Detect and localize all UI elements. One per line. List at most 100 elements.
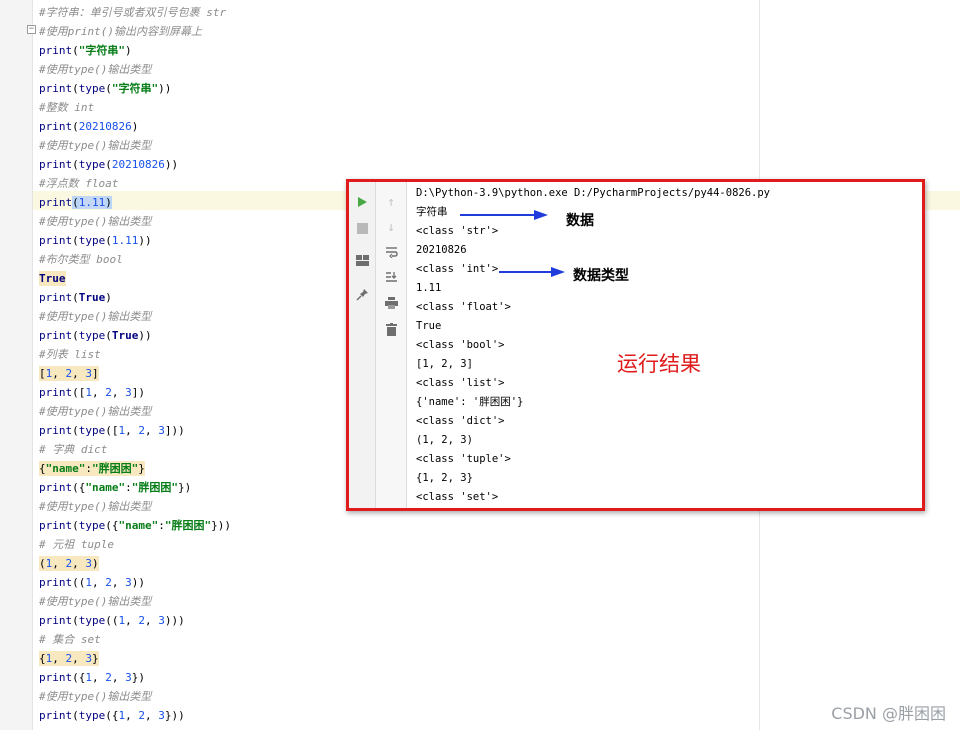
code-comment-line[interactable]: #使用type()输出类型 (39, 307, 231, 326)
console-output-line: <class 'dict'> (416, 415, 505, 427)
code-token: ) (125, 44, 132, 57)
code-line[interactable]: {1, 2, 3} (39, 649, 231, 668)
console-output-line: {1, 2, 3} (416, 472, 473, 484)
console-command: D:\Python-3.9\python.exe D:/PycharmProje… (416, 187, 771, 199)
code-token: type (78, 82, 106, 95)
code-token: )) (131, 576, 145, 589)
code-token: print (39, 120, 73, 133)
code-token: 2 (105, 576, 112, 589)
code-token: , (72, 556, 86, 571)
code-comment-line[interactable]: #整数 int (39, 98, 231, 117)
code-token: 1 (85, 671, 92, 684)
code-line[interactable]: print("字符串") (39, 41, 231, 60)
code-comment-line[interactable]: #使用type()输出类型 (39, 592, 231, 611)
comment-text: #使用print()输出内容到屏幕上 (39, 25, 202, 38)
code-line[interactable]: [1, 2, 3] (39, 364, 231, 383)
code-line[interactable]: print(type([1, 2, 3])) (39, 421, 231, 440)
code-comment-line[interactable]: #字符串：单引号或者双引号包裹 str (39, 3, 231, 22)
down-arrow-icon[interactable]: ↓ (383, 219, 399, 235)
code-line[interactable]: print(type({"name":"胖困困"})) (39, 516, 231, 535)
code-editor[interactable]: #字符串：单引号或者双引号包裹 str #使用print()输出内容到屏幕上 pri… (39, 3, 231, 725)
console-output-line: <class 'bool'> (416, 339, 505, 351)
code-token: ( (105, 158, 112, 171)
code-token: print (39, 709, 73, 722)
code-comment-line[interactable]: #浮点数 float (39, 174, 231, 193)
comment-text: #使用type()输出类型 (39, 63, 152, 76)
run-icon[interactable] (354, 194, 370, 210)
comment-text: #使用type()输出类型 (39, 405, 152, 418)
code-line[interactable]: print((1, 2, 3)) (39, 573, 231, 592)
soft-wrap-icon[interactable] (383, 244, 399, 260)
code-comment-line[interactable]: #使用type()输出类型 (39, 402, 231, 421)
code-line[interactable]: print(1.11) (39, 193, 231, 212)
code-token: 20210826 (111, 158, 165, 171)
code-token: (( (72, 576, 86, 589)
print-icon[interactable] (383, 295, 399, 311)
code-token: ( (72, 614, 79, 627)
code-comment-line[interactable]: #使用type()输出类型 (39, 687, 231, 706)
code-token: ( (105, 82, 112, 95)
code-comment-line[interactable]: #列表 list (39, 345, 231, 364)
code-comment-line[interactable]: # 字典 dict (39, 440, 231, 459)
arrow-to-type-icon (499, 267, 565, 277)
console-output-line: {'name': '胖困困'} (416, 396, 524, 408)
console-output[interactable]: D:\Python-3.9\python.exe D:/PycharmProje… (416, 184, 770, 507)
code-line[interactable]: print(type((1, 2, 3))) (39, 611, 231, 630)
code-token: 1 (85, 386, 92, 399)
code-token: ( (72, 196, 79, 209)
code-token: True (39, 271, 66, 286)
code-line[interactable]: print(type(True)) (39, 326, 231, 345)
stop-icon[interactable] (354, 220, 370, 236)
code-token: , (145, 614, 159, 627)
code-comment-line[interactable]: #使用print()输出内容到屏幕上 (39, 22, 231, 41)
code-token: 3 (158, 424, 165, 437)
code-token: ])) (164, 424, 185, 437)
scroll-to-end-icon[interactable] (383, 269, 399, 285)
code-line[interactable]: print(20210826) (39, 117, 231, 136)
console-output-line: 20210826 (416, 244, 467, 256)
code-token: 2 (138, 614, 145, 627)
code-comment-line[interactable]: # 元祖 tuple (39, 535, 231, 554)
code-comment-line[interactable]: #使用type()输出类型 (39, 60, 231, 79)
code-line[interactable]: print(True) (39, 288, 231, 307)
code-token: ) (92, 556, 99, 571)
csdn-watermark: CSDN @胖困困 (831, 704, 946, 723)
code-token: })) (164, 709, 185, 722)
code-token: ]) (131, 386, 145, 399)
code-comment-line[interactable]: # 集合 set (39, 630, 231, 649)
code-line[interactable]: print(type({1, 2, 3})) (39, 706, 231, 725)
code-token: : (85, 461, 92, 476)
code-line[interactable]: (1, 2, 3) (39, 554, 231, 573)
code-line[interactable]: print([1, 2, 3]) (39, 383, 231, 402)
run-toolbar-secondary: ↑ ↓ (376, 182, 407, 508)
comment-text: #列表 list (39, 348, 101, 361)
code-token: 1.11 (111, 234, 139, 247)
code-line[interactable]: print(type(1.11)) (39, 231, 231, 250)
up-arrow-icon[interactable]: ↑ (383, 194, 399, 210)
code-comment-line[interactable]: #使用type()输出类型 (39, 497, 231, 516)
comment-text: #使用type()输出类型 (39, 500, 152, 513)
layout-icon[interactable] (354, 252, 370, 268)
code-comment-line[interactable]: #使用type()输出类型 (39, 212, 231, 231)
code-line[interactable]: print(type("字符串")) (39, 79, 231, 98)
code-token: print (39, 386, 73, 399)
code-token: ( (72, 329, 79, 342)
code-token: 1.11 (78, 196, 106, 209)
code-comment-line[interactable]: #布尔类型 bool (39, 250, 231, 269)
pin-icon[interactable] (354, 286, 370, 302)
code-token: }) (178, 481, 192, 494)
trash-icon[interactable] (383, 321, 399, 337)
code-token: } (138, 461, 145, 476)
code-token: True (78, 291, 106, 304)
code-comment-line[interactable]: #使用type()输出类型 (39, 136, 231, 155)
code-line[interactable]: print({1, 2, 3}) (39, 668, 231, 687)
code-token: print (39, 614, 73, 627)
code-line[interactable]: print({"name":"胖困困"}) (39, 478, 231, 497)
code-line[interactable]: True (39, 269, 231, 288)
code-token: )) (164, 158, 179, 171)
comment-text: #使用type()输出类型 (39, 139, 152, 152)
code-line[interactable]: print(type(20210826)) (39, 155, 231, 174)
run-output-panel: ↑ ↓ D:\Python-3.9\python.exe D:/PycharmP… (346, 179, 925, 511)
fold-minus-icon[interactable]: − (27, 25, 36, 34)
code-line[interactable]: {"name":"胖困困"} (39, 459, 231, 478)
